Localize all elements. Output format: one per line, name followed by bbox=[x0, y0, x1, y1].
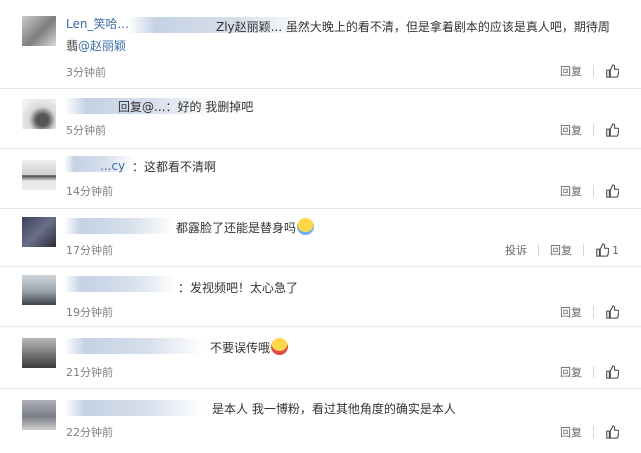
blurred-name bbox=[64, 218, 174, 234]
like-button[interactable] bbox=[605, 184, 619, 198]
comment-actions: 回复 bbox=[560, 364, 619, 380]
thumbs-up-icon bbox=[606, 184, 619, 198]
comment-text: 不要误传哦 bbox=[210, 341, 271, 355]
timestamp: 22分钟前 bbox=[66, 426, 113, 439]
reply-button[interactable]: 回复 bbox=[560, 304, 582, 320]
comment-actions: 回复 bbox=[560, 304, 619, 320]
blurred-name bbox=[64, 276, 176, 292]
thumbs-up-icon bbox=[606, 123, 619, 137]
reply-button[interactable]: 回复 bbox=[550, 242, 572, 258]
mention-link[interactable]: @赵丽颖 bbox=[78, 39, 126, 53]
like-button[interactable]: 1 bbox=[595, 243, 619, 257]
comment-text-continued: 翡 bbox=[66, 39, 79, 53]
divider bbox=[538, 244, 539, 256]
reply-button[interactable]: 回复 bbox=[560, 63, 582, 79]
divider bbox=[593, 65, 594, 77]
thumbs-up-icon bbox=[596, 243, 609, 257]
timestamp: 5分钟前 bbox=[66, 124, 106, 137]
comment-item: ：发视频吧！太心急了 19分钟前 回复 bbox=[0, 266, 641, 327]
comment-item: 不要误传哦 21分钟前 回复 bbox=[0, 326, 641, 389]
like-button[interactable] bbox=[605, 305, 619, 319]
comment-actions: 回复 bbox=[560, 122, 619, 138]
comment-item: 都露脸了还能是替身吗 17分钟前 投诉 回复 1 bbox=[0, 208, 641, 267]
blurred-name bbox=[64, 400, 204, 416]
divider bbox=[593, 426, 594, 438]
timestamp: 14分钟前 bbox=[66, 185, 113, 198]
laughing-tears-emoji-icon bbox=[297, 218, 315, 235]
avatar[interactable] bbox=[22, 338, 56, 368]
comment-text-row: 不要误传哦 bbox=[210, 338, 289, 357]
comment-item: 回复@...：好的 我删掉吧 5分钟前 回复 bbox=[0, 88, 641, 149]
avatar[interactable] bbox=[22, 217, 56, 247]
avatar[interactable] bbox=[22, 16, 56, 46]
comment-actions: 回复 bbox=[560, 424, 619, 440]
commenter-name[interactable]: ...cy bbox=[100, 159, 125, 173]
avatar[interactable] bbox=[22, 275, 56, 305]
like-button[interactable] bbox=[605, 64, 619, 78]
comment-item: Len_笑哈... Zly赵丽颖... 虽然大晚上的看不清，但是拿着剧本的应该是… bbox=[0, 0, 641, 89]
comment-actions: 回复 bbox=[560, 183, 619, 199]
comment-text: ：发视频吧！太心急了 bbox=[178, 281, 299, 295]
like-count: 1 bbox=[612, 243, 619, 257]
timestamp: 3分钟前 bbox=[66, 66, 106, 79]
divider bbox=[593, 306, 594, 318]
comment-text: Zly赵丽颖... 虽然大晚上的看不清，但是拿着剧本的应该是真人吧，期待周 bbox=[216, 20, 610, 34]
timestamp: 17分钟前 bbox=[66, 244, 113, 257]
thumbs-up-icon bbox=[606, 425, 619, 439]
thumbs-up-icon bbox=[606, 305, 619, 319]
comment-actions: 投诉 回复 1 bbox=[505, 242, 619, 258]
timestamp: 21分钟前 bbox=[66, 366, 113, 379]
comment-actions: 回复 bbox=[560, 63, 619, 79]
comment-text-line2: 翡@赵丽颖 bbox=[66, 37, 126, 55]
comment-text: 都露脸了还能是替身吗 bbox=[176, 221, 297, 235]
report-button[interactable]: 投诉 bbox=[505, 242, 527, 258]
comment-text: ：这都看不清啊 bbox=[132, 160, 217, 174]
reply-button[interactable]: 回复 bbox=[560, 122, 582, 138]
like-button[interactable] bbox=[605, 123, 619, 137]
timestamp: 19分钟前 bbox=[66, 306, 113, 319]
divider bbox=[583, 244, 584, 256]
blurred-name bbox=[64, 338, 204, 354]
avatar[interactable] bbox=[22, 160, 56, 190]
divider bbox=[593, 124, 594, 136]
comment-item: 是本人 我一博粉，看过其他角度的确实是本人 22分钟前 回复 bbox=[0, 388, 641, 453]
commenter-name[interactable]: Len_笑哈... bbox=[66, 15, 129, 32]
divider bbox=[593, 185, 594, 197]
avatar[interactable] bbox=[22, 99, 56, 129]
divider bbox=[593, 366, 594, 378]
comment-text: 回复@...：好的 我删掉吧 bbox=[118, 100, 254, 114]
reply-button[interactable]: 回复 bbox=[560, 424, 582, 440]
thumbs-up-icon bbox=[606, 365, 619, 379]
reply-button[interactable]: 回复 bbox=[560, 364, 582, 380]
comment-text-row: 都露脸了还能是替身吗 bbox=[176, 218, 315, 237]
comment-item: ...cy ：这都看不清啊 14分钟前 回复 bbox=[0, 148, 641, 209]
avatar[interactable] bbox=[22, 400, 56, 430]
like-button[interactable] bbox=[605, 365, 619, 379]
thumbs-up-icon bbox=[606, 64, 619, 78]
comment-text: 是本人 我一博粉，看过其他角度的确实是本人 bbox=[212, 402, 456, 416]
reply-button[interactable]: 回复 bbox=[560, 183, 582, 199]
like-button[interactable] bbox=[605, 425, 619, 439]
blushing-emoji-icon bbox=[271, 338, 289, 355]
